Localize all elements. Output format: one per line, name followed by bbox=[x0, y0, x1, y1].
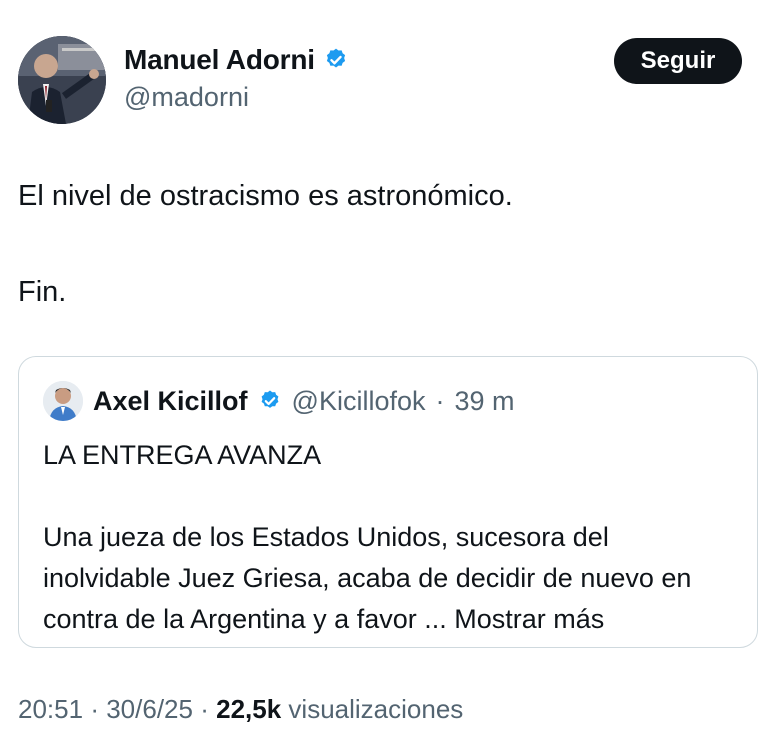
author-name-row: Manuel Adorni bbox=[124, 44, 349, 76]
show-more-link[interactable]: Mostrar más bbox=[454, 604, 604, 634]
meta-separator: · bbox=[200, 694, 209, 724]
tweet-text: El nivel de ostracismo es astronómico. F… bbox=[18, 172, 738, 316]
quoted-separator: · bbox=[435, 385, 445, 416]
views-label: visualizaciones bbox=[288, 694, 464, 724]
author-avatar[interactable] bbox=[18, 36, 106, 124]
author-name[interactable]: Manuel Adorni bbox=[124, 44, 315, 76]
verified-badge-icon bbox=[326, 48, 345, 68]
quoted-author-avatar[interactable] bbox=[43, 381, 83, 421]
quoted-tweet-header: Axel Kicillof @Kicillofok · 39 m bbox=[43, 381, 515, 421]
tweet-meta: 20:51 · 30/6/25 · 22,5k visualizaciones bbox=[18, 694, 463, 725]
tweet-paragraph: El nivel de ostracismo es astronómico. bbox=[18, 180, 513, 212]
tweet-date[interactable]: 30/6/25 bbox=[106, 694, 193, 724]
author-avatar-image bbox=[18, 36, 106, 124]
tweet-time[interactable]: 20:51 bbox=[18, 694, 83, 724]
quoted-author-handle[interactable]: @Kicillofok bbox=[292, 386, 426, 417]
tweet-header: Manuel Adorni @madorni Seguir bbox=[18, 36, 742, 126]
meta-separator: · bbox=[90, 694, 99, 724]
quoted-time[interactable]: 39 m bbox=[455, 386, 515, 417]
views-count: 22,5k bbox=[216, 694, 282, 724]
quoted-verified-badge-icon bbox=[261, 390, 278, 408]
tweet-paragraph: Fin. bbox=[18, 276, 67, 308]
author-info: Manuel Adorni @madorni bbox=[124, 44, 349, 113]
follow-button[interactable]: Seguir bbox=[614, 38, 742, 84]
quoted-tweet-text: LA ENTREGA AVANZA Una jueza de los Estad… bbox=[43, 435, 743, 640]
quoted-tweet[interactable]: Axel Kicillof @Kicillofok · 39 m LA ENTR… bbox=[18, 356, 758, 648]
author-handle[interactable]: @madorni bbox=[124, 82, 349, 113]
quoted-body: Una jueza de los Estados Unidos, sucesor… bbox=[43, 517, 743, 640]
quoted-author-name[interactable]: Axel Kicillof bbox=[93, 386, 248, 417]
quoted-title: LA ENTREGA AVANZA bbox=[43, 440, 322, 470]
quoted-author-avatar-image bbox=[43, 381, 83, 421]
